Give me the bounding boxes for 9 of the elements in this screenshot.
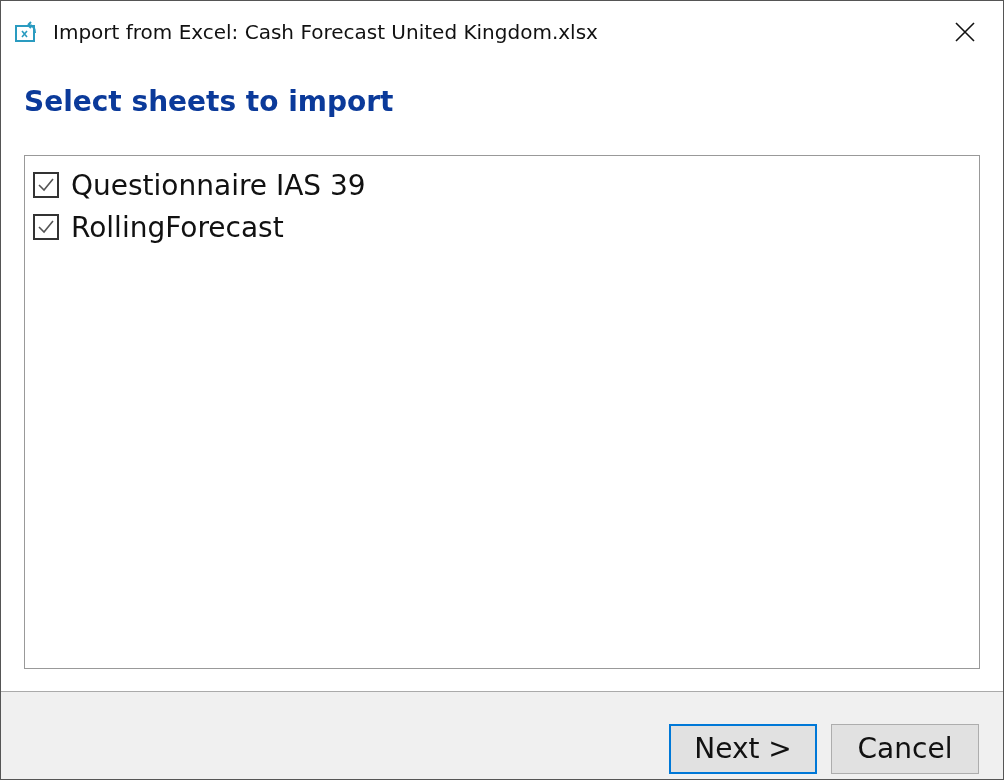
cancel-button[interactable]: Cancel: [831, 723, 979, 774]
sheet-name: Questionnaire IAS 39: [71, 168, 366, 202]
checkbox[interactable]: [33, 172, 59, 198]
dialog-heading: Select sheets to import: [24, 85, 395, 120]
next-button[interactable]: Next >: [669, 723, 817, 774]
sheet-name: RollingForecast: [71, 210, 284, 244]
checkbox[interactable]: [33, 214, 59, 240]
close-icon[interactable]: [955, 22, 975, 42]
window-title: Import from Excel: Cash Forecast United Kingdom.xlsx: [53, 20, 599, 44]
